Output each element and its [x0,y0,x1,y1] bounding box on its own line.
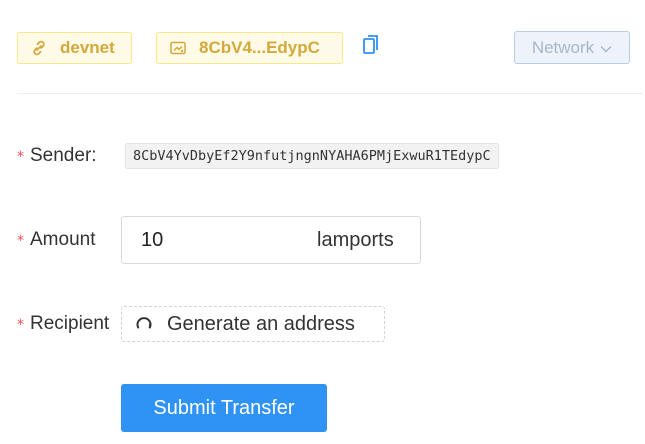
required-mark: * [17,233,24,249]
submit-transfer-button[interactable]: Submit Transfer [121,384,327,432]
header-bar: devnet 8CbV4...EdypC Network [0,0,645,94]
network-dropdown-button[interactable]: Network [514,31,630,64]
address-tag-label: 8CbV4...EdypC [199,38,320,57]
reload-icon [134,314,154,334]
sender-address: 8CbV4YvDbyEf2Y9nfutjngnNYAHA6PMjExwuR1TE… [125,143,499,169]
network-button-label: Network [531,37,595,57]
sender-label-text: Sender: [30,145,97,166]
link-icon [30,39,48,57]
header-divider [17,93,642,94]
required-mark: * [17,149,24,165]
chevron-down-icon [600,38,612,58]
copy-address-button[interactable] [361,34,381,61]
amount-label: * Amount [17,226,121,254]
amount-field: lamports [121,216,421,264]
address-tag: 8CbV4...EdypC [156,32,343,64]
generate-address-label: Generate an address [167,312,355,335]
network-tag: devnet [17,32,132,64]
sender-label: * Sender: [17,142,127,170]
amount-label-text: Amount [30,229,96,250]
required-mark: * [17,317,24,333]
recipient-label: * Recipient [17,310,122,338]
generate-address-button[interactable]: Generate an address [121,306,385,342]
amount-unit: lamports [317,228,394,251]
copy-icon [362,34,380,61]
amount-input[interactable] [141,228,301,252]
network-tag-label: devnet [60,38,115,57]
wallet-icon [169,39,187,57]
recipient-label-text: Recipient [30,313,110,334]
